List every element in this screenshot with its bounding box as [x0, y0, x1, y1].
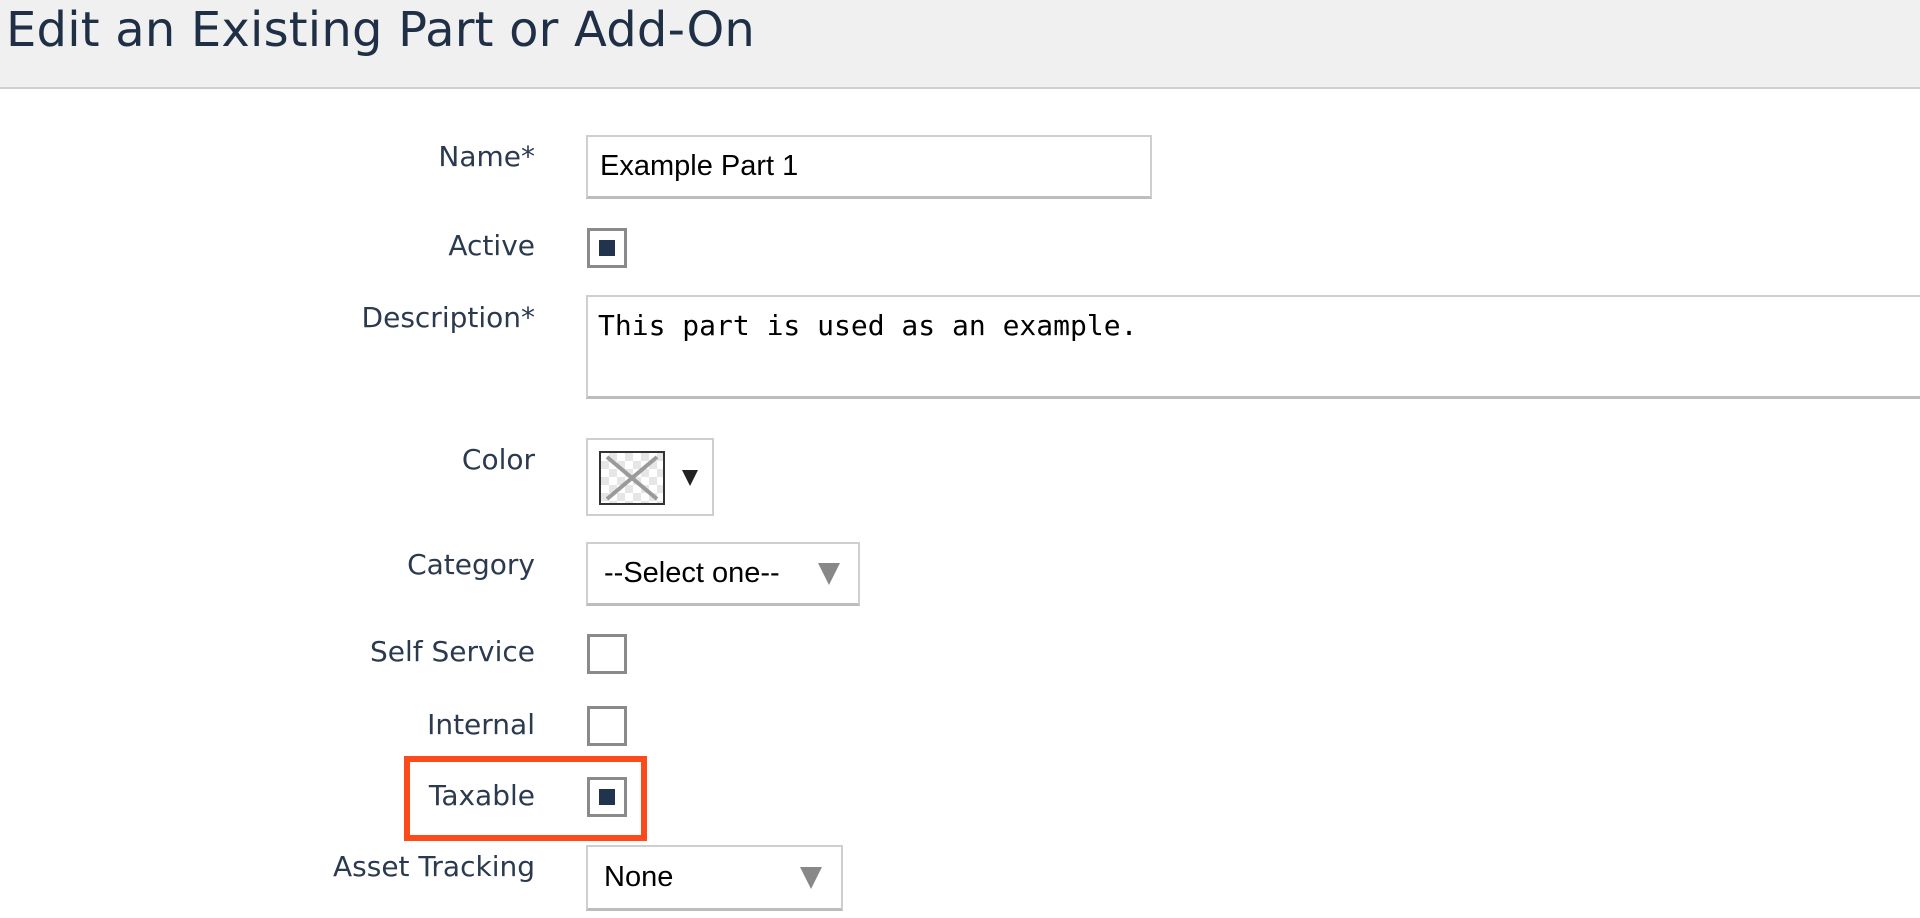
category-select[interactable]: --Select one--: [586, 542, 860, 606]
page-title: Edit an Existing Part or Add-On: [6, 2, 756, 58]
page-header: Edit an Existing Part or Add-On: [0, 0, 1920, 89]
checkbox-checked-mark: [599, 789, 615, 805]
chevron-down-icon: [818, 563, 840, 585]
asset-tracking-select[interactable]: None: [586, 845, 843, 911]
active-checkbox[interactable]: [587, 228, 627, 268]
self-service-checkbox[interactable]: [587, 634, 627, 674]
chevron-down-icon: [682, 470, 698, 486]
taxable-checkbox[interactable]: [587, 777, 627, 817]
category-label: Category: [407, 548, 535, 581]
name-label: Name*: [438, 140, 535, 173]
color-picker[interactable]: [586, 438, 714, 516]
taxable-label: Taxable: [428, 779, 535, 812]
no-color-swatch-icon: [599, 451, 665, 505]
self-service-label: Self Service: [369, 635, 535, 668]
category-selected-value: --Select one--: [604, 557, 780, 589]
internal-checkbox[interactable]: [587, 706, 627, 746]
description-textarea[interactable]: This part is used as an example.: [586, 295, 1920, 399]
no-color-x-icon: [605, 455, 659, 501]
color-label: Color: [461, 443, 535, 476]
checkbox-checked-mark: [599, 240, 615, 256]
active-label: Active: [448, 229, 535, 262]
name-input[interactable]: Example Part 1: [586, 135, 1152, 199]
description-label: Description*: [361, 301, 535, 334]
chevron-down-icon: [800, 867, 822, 889]
asset-tracking-selected-value: None: [604, 861, 674, 893]
internal-label: Internal: [427, 708, 535, 741]
asset-tracking-label: Asset Tracking: [332, 850, 535, 883]
